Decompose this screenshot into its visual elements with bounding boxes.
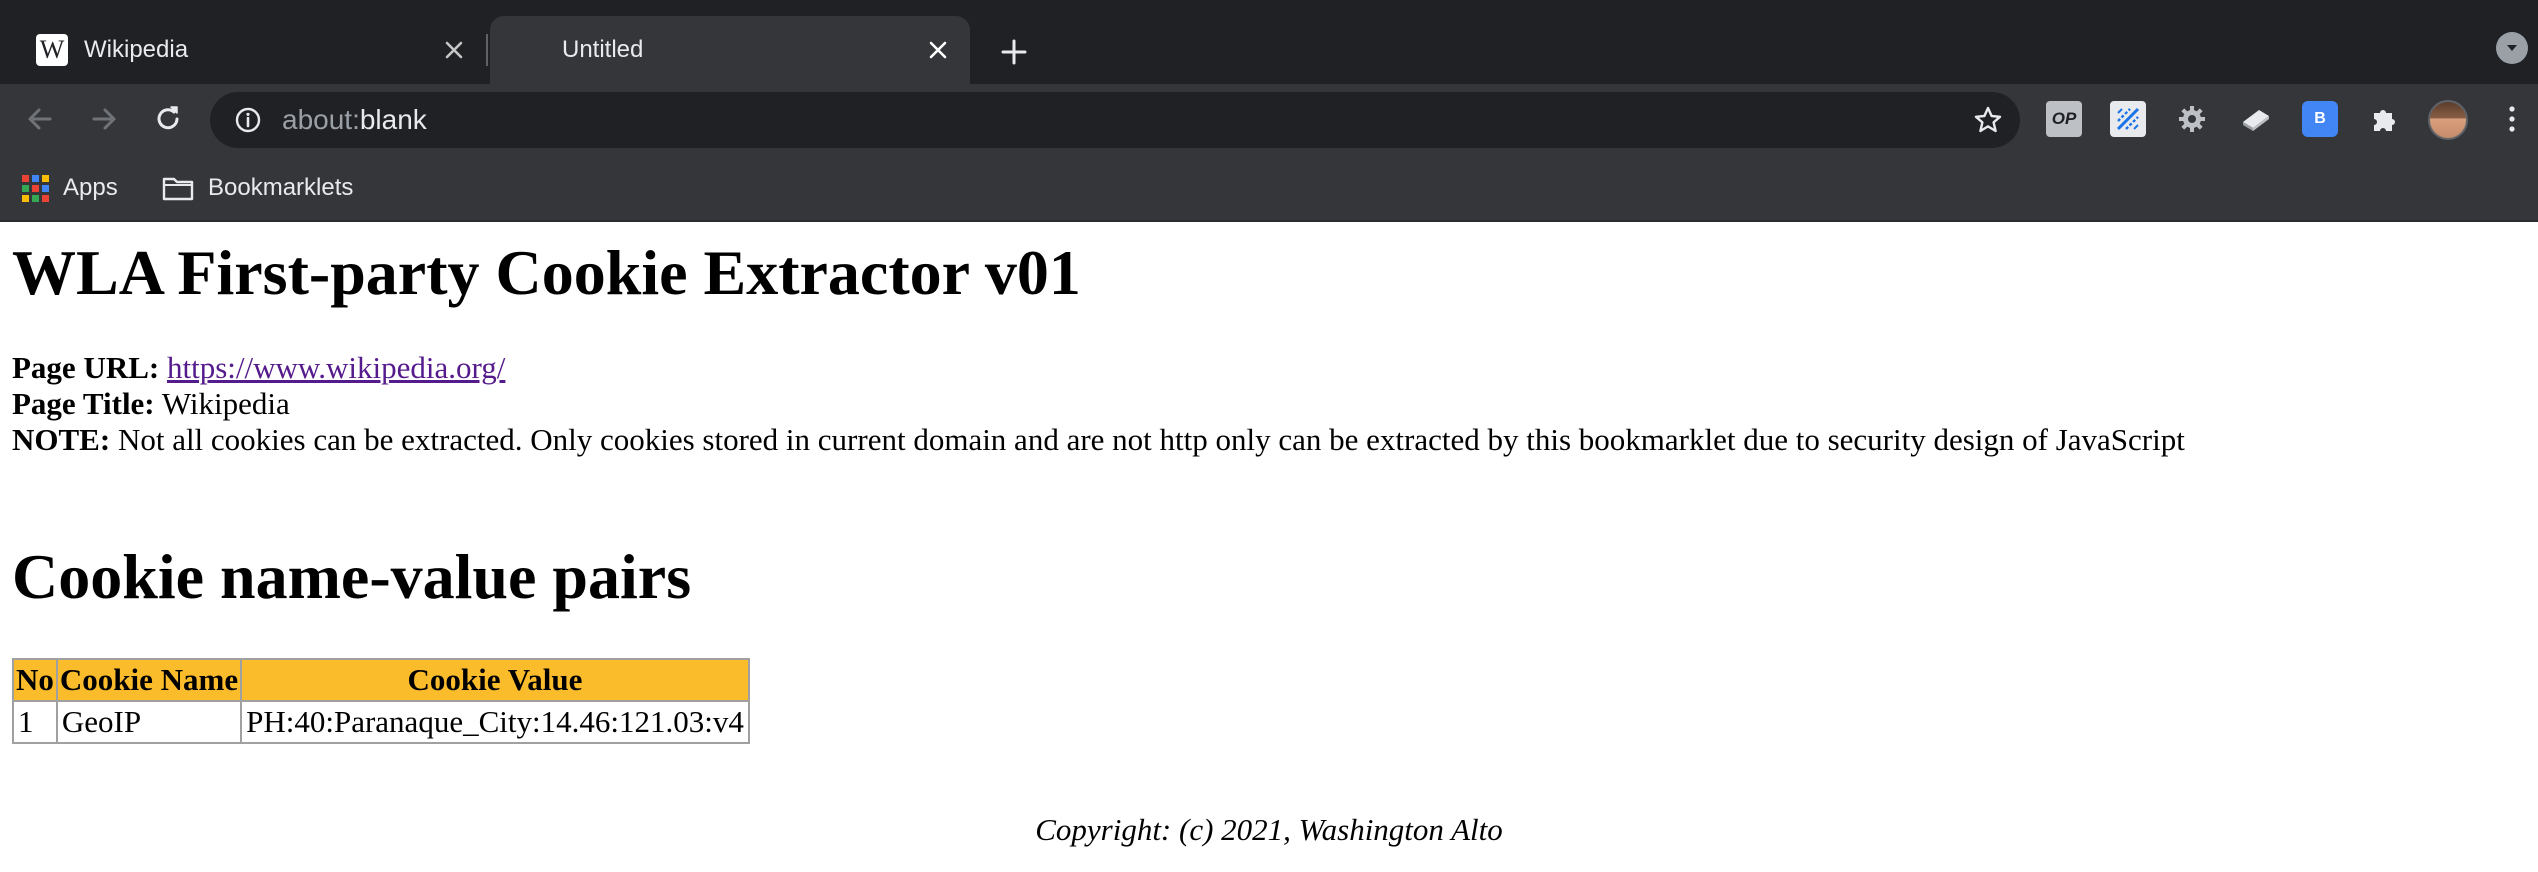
- section-heading: Cookie name-value pairs: [12, 541, 692, 612]
- column-header-no: No: [12, 658, 58, 702]
- url-path: blank: [359, 104, 427, 135]
- wikipedia-favicon-icon: W: [36, 34, 68, 66]
- reload-button[interactable]: [144, 95, 192, 143]
- address-text[interactable]: about:blank: [282, 104, 427, 136]
- column-header-cookie-value: Cookie Value: [240, 658, 750, 702]
- note-line: NOTE: Not all cookies can be extracted. …: [12, 422, 2185, 458]
- page-url-line: Page URL: https://www.wikipedia.org/: [12, 350, 2185, 386]
- reload-icon: [157, 106, 179, 130]
- note-label: NOTE:: [12, 422, 111, 457]
- page-title-label: Page Title:: [12, 386, 155, 421]
- page-title: WLA First-party Cookie Extractor v01: [12, 237, 1081, 308]
- tab-title: Wikipedia: [84, 36, 189, 63]
- tab-strip: W Wikipedia Untitled: [0, 0, 2538, 84]
- apps-grid-icon: [22, 174, 49, 202]
- arrow-left-icon: [28, 108, 52, 130]
- table-row: 1 GeoIP PH:40:Paranaque_City:14.46:121.0…: [12, 700, 750, 744]
- tab-untitled[interactable]: Untitled: [490, 16, 970, 84]
- bookmark-star-icon[interactable]: [1970, 102, 2006, 138]
- column-header-cookie-name: Cookie Name: [55, 658, 243, 702]
- info-icon[interactable]: [232, 104, 264, 136]
- tab-search-button[interactable]: [2496, 32, 2528, 64]
- op-extension-icon[interactable]: OP: [2046, 101, 2082, 137]
- chevron-down-icon: [2507, 45, 2517, 51]
- table-header-row: No Cookie Name Cookie Value: [12, 658, 750, 702]
- back-button[interactable]: [16, 95, 64, 143]
- browser-menu-button[interactable]: [2488, 95, 2536, 143]
- url-scheme: about:: [282, 104, 360, 135]
- diagonal-pattern-extension-icon[interactable]: [2110, 101, 2146, 137]
- bookmark-label: Apps: [63, 174, 118, 201]
- close-tab-icon[interactable]: [434, 30, 474, 70]
- forward-button[interactable]: [80, 95, 128, 143]
- page-url-link[interactable]: https://www.wikipedia.org/: [167, 350, 505, 385]
- close-tab-icon[interactable]: [918, 30, 958, 70]
- bracket-b-extension-icon[interactable]: B: [2302, 101, 2338, 137]
- address-bar[interactable]: about:blank: [210, 92, 2020, 148]
- puzzle-piece-icon[interactable]: [2366, 101, 2402, 137]
- new-tab-button[interactable]: [990, 28, 1038, 76]
- bookmark-folder-bookmarklets[interactable]: Bookmarklets: [162, 168, 353, 208]
- profile-avatar[interactable]: [2428, 100, 2468, 140]
- eraser-extension-icon[interactable]: [2238, 101, 2274, 137]
- bookmarks-bar: Apps Bookmarklets: [0, 154, 2538, 222]
- tab-title: Untitled: [562, 36, 644, 63]
- arrow-right-icon: [92, 108, 116, 130]
- page-url-label: Page URL:: [12, 350, 160, 385]
- cell-cookie-name: GeoIP: [55, 700, 243, 744]
- bookmark-label: Bookmarklets: [208, 174, 354, 201]
- cell-no: 1: [12, 700, 58, 744]
- note-text: Not all cookies can be extracted. Only c…: [117, 422, 2185, 457]
- page-info: Page URL: https://www.wikipedia.org/ Pag…: [12, 350, 2185, 458]
- bookmark-apps[interactable]: Apps: [22, 168, 118, 208]
- gear-extension-icon[interactable]: [2174, 101, 2210, 137]
- browser-toolbar: about:blank OP B: [0, 84, 2538, 154]
- plus-icon: [1001, 39, 1027, 65]
- cookie-table: No Cookie Name Cookie Value 1 GeoIP PH:4…: [12, 658, 750, 744]
- tab-separator: [486, 34, 488, 66]
- page-title-line: Page Title: Wikipedia: [12, 386, 2185, 422]
- copyright-footer: Copyright: (c) 2021, Washington Alto: [1035, 812, 1503, 847]
- kebab-menu-icon: [2509, 106, 2515, 132]
- tab-wikipedia[interactable]: W Wikipedia: [14, 16, 486, 84]
- page-title-value: Wikipedia: [161, 386, 290, 421]
- page-content: WLA First-party Cookie Extractor v01 Pag…: [0, 222, 2538, 872]
- folder-icon: [162, 175, 194, 201]
- cell-cookie-value: PH:40:Paranaque_City:14.46:121.03:v4: [240, 700, 750, 744]
